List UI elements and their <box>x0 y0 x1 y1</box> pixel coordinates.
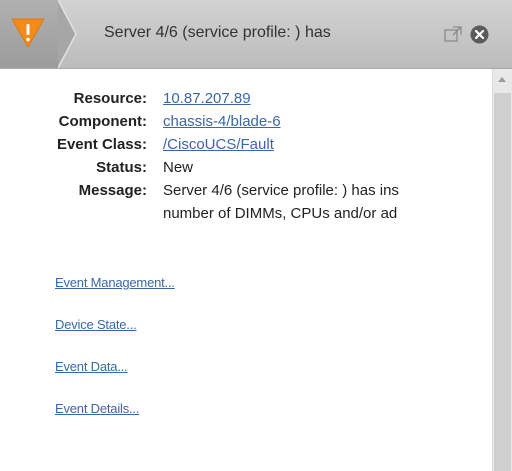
resource-label: Resource: <box>73 90 147 107</box>
event-management-link[interactable]: Event Management... <box>55 275 175 291</box>
event-data-link[interactable]: Event Data... <box>55 359 175 375</box>
scroll-up-arrow-icon[interactable] <box>498 77 506 82</box>
message-label: Message: <box>78 182 147 199</box>
status-label: Status: <box>96 159 147 176</box>
close-icon[interactable] <box>470 25 489 44</box>
component-link[interactable]: chassis-4/blade-6 <box>163 113 281 130</box>
event-class-label: Event Class: <box>56 136 147 153</box>
message-value: Server 4/6 (service profile: ) has ins n… <box>163 179 455 225</box>
event-details-table: Resource: 10.87.207.89 Component: chassi… <box>0 87 455 225</box>
breadcrumb-chevron <box>58 0 77 68</box>
panel-header: Server 4/6 (service profile: ) has <box>0 0 512 69</box>
device-state-link[interactable]: Device State... <box>55 317 175 333</box>
component-label: Component: <box>58 113 147 130</box>
severity-tile <box>0 0 58 68</box>
vertical-scrollbar[interactable] <box>492 69 512 471</box>
warning-triangle-icon <box>11 18 45 48</box>
detail-row-component: Component: chassis-4/blade-6 <box>0 110 455 133</box>
detail-row-event-class: Event Class: /CiscoUCS/Fault <box>0 133 455 156</box>
panel-title: Server 4/6 (service profile: ) has <box>104 24 331 41</box>
detail-row-status: Status: New <box>0 156 455 179</box>
detail-row-message: Message: Server 4/6 (service profile: ) … <box>0 179 455 225</box>
popout-window-icon[interactable] <box>444 26 462 42</box>
detail-row-resource: Resource: 10.87.207.89 <box>0 87 455 110</box>
event-actions-list: Event Management... Device State... Even… <box>55 275 175 443</box>
message-line: Server 4/6 (service profile: ) has ins <box>163 182 399 199</box>
message-line: number of DIMMs, CPUs and/or ad <box>163 205 398 222</box>
status-value: New <box>163 159 194 176</box>
event-class-link[interactable]: /CiscoUCS/Fault <box>163 136 274 153</box>
scroll-thumb[interactable] <box>494 93 511 471</box>
panel-content: Resource: 10.87.207.89 Component: chassi… <box>0 69 492 471</box>
event-detail-panel: Server 4/6 (service profile: ) has Resou… <box>0 0 512 471</box>
event-details-link[interactable]: Event Details... <box>55 401 175 417</box>
resource-link[interactable]: 10.87.207.89 <box>163 90 251 107</box>
